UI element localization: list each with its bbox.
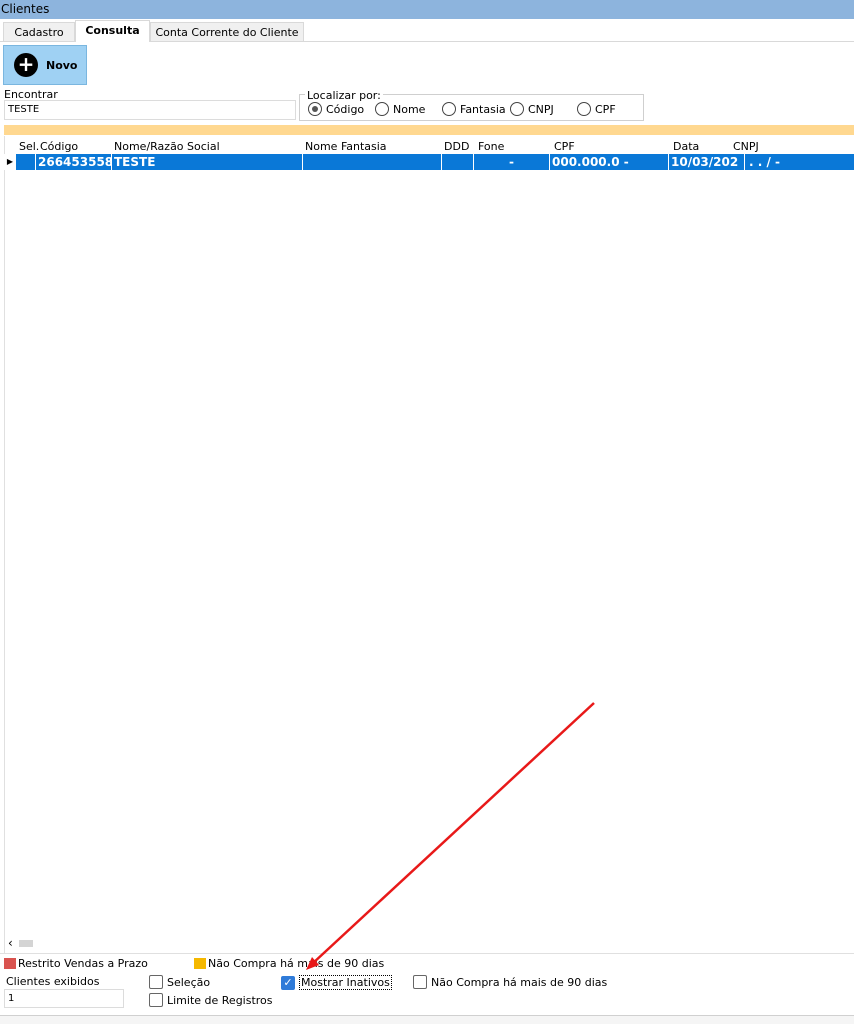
- selecao-label: Seleção: [167, 975, 211, 989]
- orange-swatch-icon: [194, 958, 206, 969]
- localizar-por-label: Localizar por:: [305, 89, 383, 102]
- legend-restrito-label: Restrito Vendas a Prazo: [18, 957, 148, 970]
- table-row[interactable]: ▶ 266453558 TESTE - 000.000.0 - 10/03/20…: [4, 154, 854, 170]
- radio-fantasia[interactable]: Fantasia: [442, 102, 506, 116]
- nao-compra-filter-label: Não Compra há mais de 90 dias: [431, 975, 608, 989]
- localizar-por-group: Localizar por: Código Nome Fantasia CNPJ…: [299, 90, 644, 121]
- tab-consulta[interactable]: Consulta: [75, 20, 150, 42]
- cell-data[interactable]: 10/03/202: [669, 154, 745, 170]
- cell-nome[interactable]: TESTE: [112, 154, 303, 170]
- checkbox-unchecked-icon: [149, 993, 163, 1007]
- grid-border: [4, 136, 5, 954]
- col-ddd[interactable]: DDD: [444, 140, 469, 153]
- status-bar: [0, 1015, 854, 1024]
- clientes-exibidos-label: Clientes exibidos: [6, 975, 100, 988]
- nao-compra-checkbox[interactable]: Não Compra há mais de 90 dias: [413, 975, 607, 989]
- checkbox-unchecked-icon: [413, 975, 427, 989]
- footer-divider: [0, 953, 854, 954]
- legend-nao-compra: Não Compra há mais de 90 dias: [194, 957, 384, 970]
- cell-fantasia[interactable]: [303, 154, 442, 170]
- chevron-left-icon[interactable]: ‹: [8, 937, 13, 949]
- radio-unselected-icon: [577, 102, 591, 116]
- encontrar-input[interactable]: TESTE: [4, 100, 296, 120]
- col-fone[interactable]: Fone: [478, 140, 504, 153]
- col-codigo[interactable]: Código: [40, 140, 78, 153]
- radio-cpf[interactable]: CPF: [577, 102, 616, 116]
- radio-cpf-label: CPF: [595, 102, 616, 116]
- radio-fantasia-label: Fantasia: [460, 102, 506, 116]
- radio-unselected-icon: [442, 102, 456, 116]
- radio-codigo[interactable]: Código: [308, 102, 364, 116]
- checkbox-checked-icon: ✓: [281, 975, 295, 990]
- mostrar-inativos-checkbox[interactable]: ✓ Mostrar Inativos: [281, 975, 392, 990]
- col-sel[interactable]: Sel.: [19, 140, 39, 153]
- radio-unselected-icon: [510, 102, 524, 116]
- col-nome[interactable]: Nome/Razão Social: [114, 140, 220, 153]
- grid-header: Sel. Código Nome/Razão Social Nome Fanta…: [4, 140, 854, 154]
- grid-group-bar: [4, 125, 854, 135]
- legend-nao-compra-label: Não Compra há mais de 90 dias: [208, 957, 385, 970]
- radio-nome-label: Nome: [393, 102, 426, 116]
- radio-selected-icon: [308, 102, 322, 116]
- col-cpf[interactable]: CPF: [554, 140, 575, 153]
- window-title: Clientes: [0, 0, 854, 19]
- row-indicator-icon: ▶: [4, 154, 16, 170]
- mostrar-inativos-label: Mostrar Inativos: [299, 975, 392, 990]
- selecao-checkbox[interactable]: Seleção: [149, 975, 210, 989]
- scroll-thumb[interactable]: [18, 939, 33, 947]
- cell-fone[interactable]: -: [474, 154, 550, 170]
- clientes-exibidos-field: 1: [4, 989, 124, 1008]
- radio-codigo-label: Código: [326, 102, 365, 116]
- limite-registros-label: Limite de Registros: [167, 993, 273, 1007]
- col-fantasia[interactable]: Nome Fantasia: [305, 140, 387, 153]
- radio-cnpj-label: CNPJ: [528, 102, 554, 116]
- plus-circle-icon: +: [14, 53, 38, 77]
- cell-ddd[interactable]: [442, 154, 474, 170]
- radio-unselected-icon: [375, 102, 389, 116]
- radio-nome[interactable]: Nome: [375, 102, 425, 116]
- cell-cpf[interactable]: 000.000.0 -: [550, 154, 669, 170]
- tab-bar: Cadastro Consulta Conta Corrente do Clie…: [0, 20, 854, 42]
- limite-registros-checkbox[interactable]: Limite de Registros: [149, 993, 273, 1007]
- cell-codigo[interactable]: 266453558: [36, 154, 112, 170]
- col-data[interactable]: Data: [673, 140, 699, 153]
- cell-cnpj[interactable]: . . / -: [745, 154, 854, 170]
- col-cnpj[interactable]: CNPJ: [733, 140, 759, 153]
- red-swatch-icon: [4, 958, 16, 969]
- horizontal-scrollbar[interactable]: ‹: [8, 937, 33, 949]
- tab-cadastro[interactable]: Cadastro: [3, 22, 75, 42]
- novo-button-label: Novo: [46, 58, 78, 72]
- tab-conta-corrente[interactable]: Conta Corrente do Cliente: [150, 22, 304, 42]
- legend-restrito: Restrito Vendas a Prazo: [4, 957, 148, 970]
- novo-button[interactable]: + Novo: [3, 45, 87, 85]
- radio-cnpj[interactable]: CNPJ: [510, 102, 554, 116]
- checkbox-unchecked-icon: [149, 975, 163, 989]
- cell-sel[interactable]: [16, 154, 36, 170]
